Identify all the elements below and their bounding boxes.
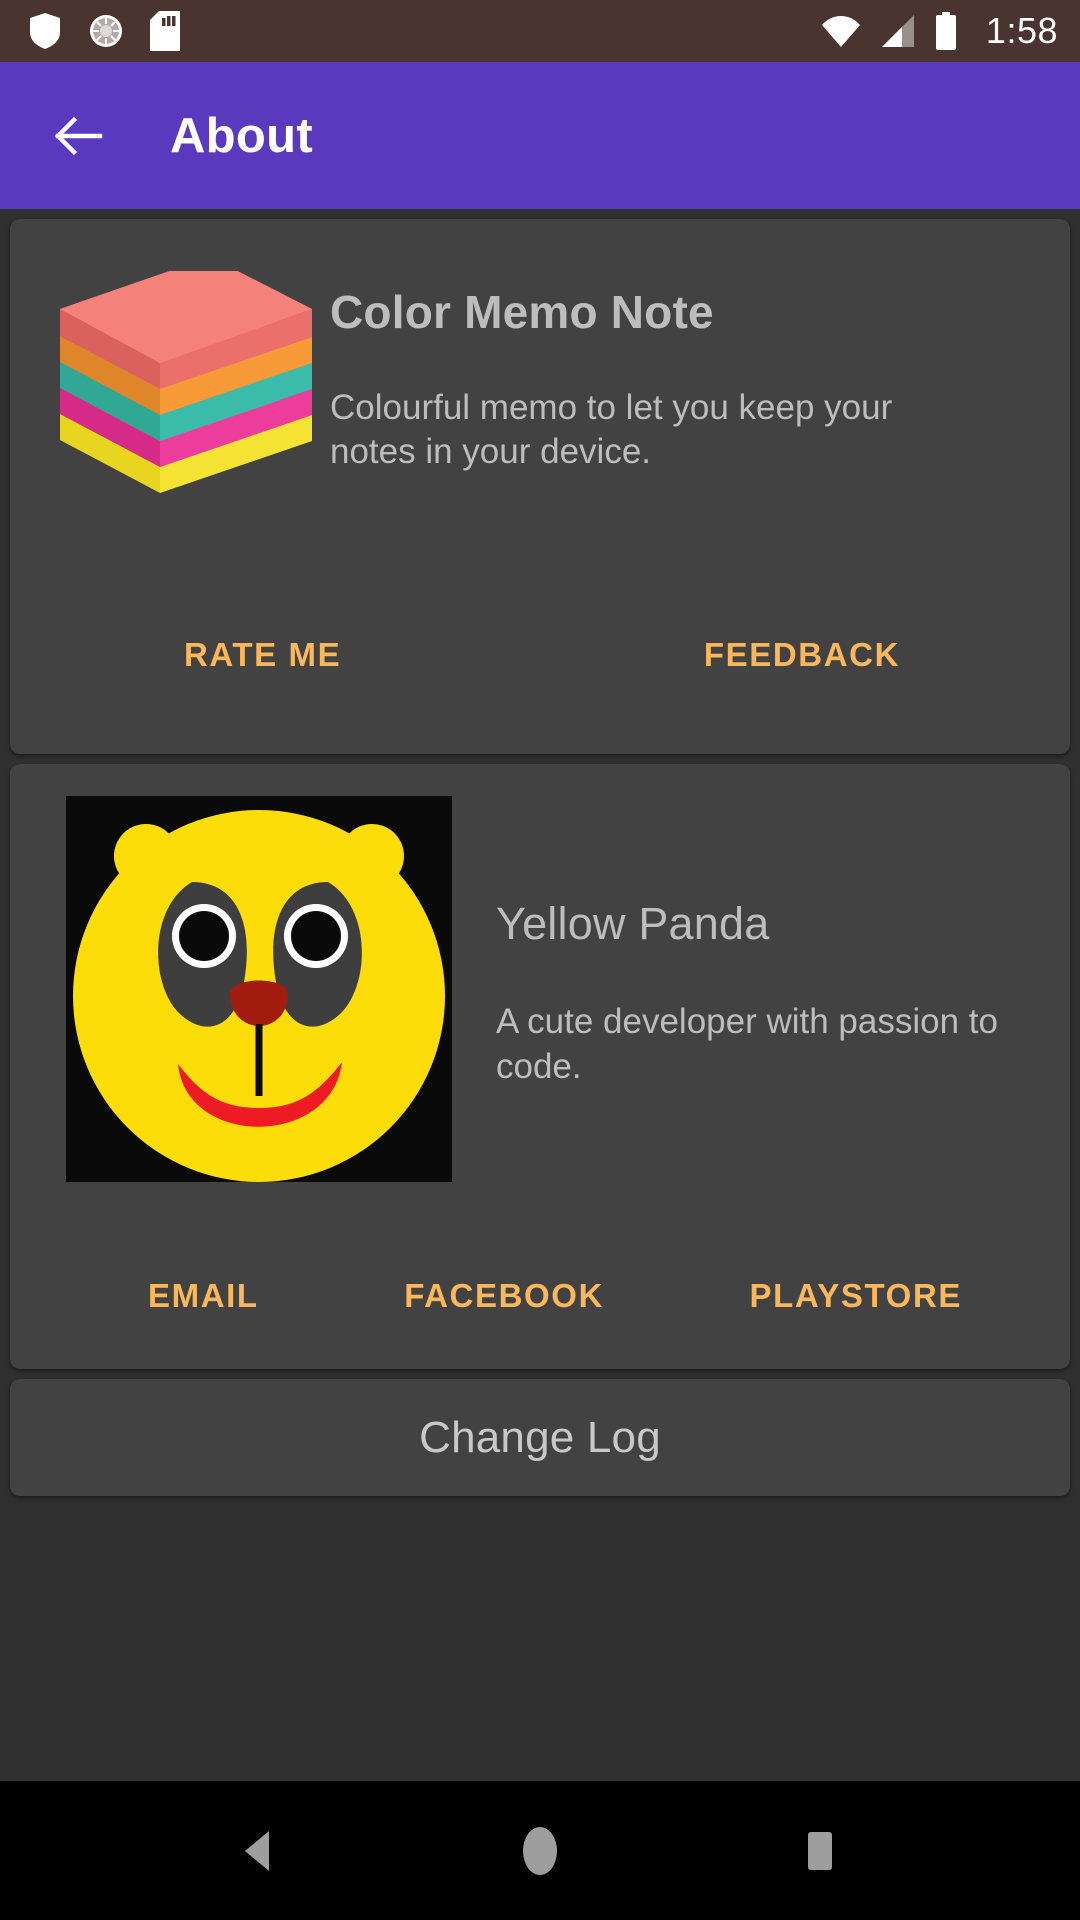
phone-screen: 1:58 About Color Memo Note Colourful mem… — [0, 0, 1080, 1920]
playstore-button[interactable]: PLAYSTORE — [734, 1265, 978, 1327]
status-bar-right-icons: 1:58 — [820, 10, 1058, 52]
wifi-icon — [820, 14, 862, 48]
developer-description: A cute developer with passion to code. — [496, 1002, 998, 1086]
page-title: About — [170, 108, 313, 163]
app-card-actions: RATE ME FEEDBACK — [10, 624, 1070, 686]
about-content: Color Memo Note Colourful memo to let yo… — [0, 209, 1080, 1781]
app-info-card: Color Memo Note Colourful memo to let yo… — [10, 219, 1070, 754]
yellow-panda-avatar — [40, 796, 460, 1187]
status-bar-clock: 1:58 — [985, 10, 1058, 51]
cellular-signal-icon — [880, 14, 916, 48]
sd-card-icon — [150, 11, 180, 51]
developer-info-row: Yellow Panda A cute developer with passi… — [40, 796, 1040, 1187]
nav-recents-button[interactable] — [793, 1824, 847, 1878]
app-name: Color Memo Note — [330, 286, 714, 338]
compass-icon — [88, 13, 124, 49]
nav-home-button[interactable] — [513, 1824, 567, 1878]
rate-me-button[interactable]: RATE ME — [168, 624, 357, 686]
circle-home-icon — [523, 1826, 557, 1875]
status-bar-left-icons — [28, 11, 180, 51]
developer-info-texts: Yellow Panda A cute developer with passi… — [460, 796, 1040, 1090]
app-info-row: Color Memo Note Colourful memo to let yo… — [40, 257, 1040, 506]
shield-icon — [28, 12, 62, 50]
color-memo-note-stack-icon — [40, 257, 330, 506]
back-arrow-icon[interactable] — [52, 109, 106, 163]
change-log-row[interactable]: Change Log — [10, 1379, 1070, 1496]
app-bar: About — [0, 62, 1080, 209]
triangle-back-icon — [245, 1830, 269, 1871]
email-button[interactable]: EMAIL — [132, 1265, 275, 1327]
app-description: Colourful memo to let you keep your note… — [330, 387, 893, 472]
square-recents-icon — [808, 1831, 832, 1870]
nav-back-button[interactable] — [233, 1824, 287, 1878]
android-navigation-bar — [0, 1781, 1080, 1920]
feedback-button[interactable]: FEEDBACK — [688, 624, 916, 686]
battery-icon — [934, 12, 958, 50]
developer-info-card: Yellow Panda A cute developer with passi… — [10, 764, 1070, 1369]
developer-card-actions: EMAIL FACEBOOK PLAYSTORE — [10, 1265, 1070, 1327]
app-info-texts: Color Memo Note Colourful memo to let yo… — [330, 259, 1040, 475]
status-bar: 1:58 — [0, 0, 1080, 62]
change-log-label: Change Log — [419, 1412, 661, 1462]
facebook-button[interactable]: FACEBOOK — [388, 1265, 620, 1327]
developer-name: Yellow Panda — [496, 898, 770, 949]
